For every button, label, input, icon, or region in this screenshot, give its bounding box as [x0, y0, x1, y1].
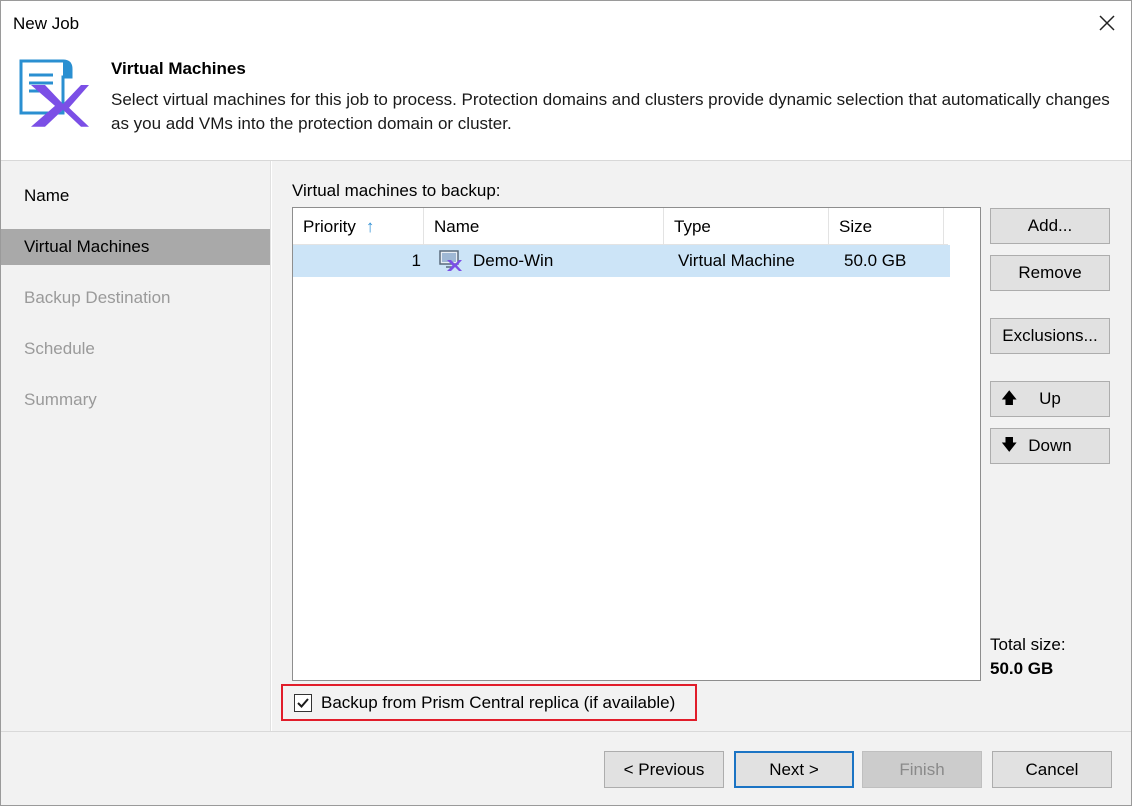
arrow-up-icon: 🡅 — [1001, 390, 1018, 407]
down-label: Down — [1028, 436, 1072, 455]
total-size-value: 50.0 GB — [990, 659, 1054, 678]
next-button[interactable]: Next > — [734, 751, 854, 788]
step-name[interactable]: Name — [1, 178, 270, 214]
step-backup-destination[interactable]: Backup Destination — [1, 280, 270, 316]
down-button[interactable]: 🡇 Down — [990, 428, 1110, 464]
arrow-down-icon: 🡇 — [1001, 437, 1018, 454]
replica-checkbox-highlight[interactable]: Backup from Prism Central replica (if av… — [281, 684, 697, 721]
page-description: Select virtual machines for this job to … — [111, 90, 1110, 133]
arrow-up-icon: ↑ — [365, 217, 375, 236]
column-header-type[interactable]: Type — [664, 208, 829, 245]
exclusions-button[interactable]: Exclusions... — [990, 318, 1110, 354]
new-job-dialog: New Job Virtual Machines Select virtual … — [0, 0, 1132, 806]
replica-checkbox[interactable] — [294, 694, 312, 712]
wizard-header: Virtual Machines Select virtual machines… — [1, 47, 1131, 161]
close-icon[interactable] — [1097, 13, 1117, 33]
title-bar: New Job — [1, 1, 1131, 47]
table-row[interactable]: 1 Demo-Win Virtual Machine 50.0 GB — [293, 245, 950, 277]
window-title: New Job — [13, 14, 80, 33]
wizard-footer: < Previous Next > Finish Cancel — [1, 731, 1131, 805]
row-size: 50.0 GB — [844, 251, 907, 270]
page-title: Virtual Machines — [111, 59, 246, 78]
up-button[interactable]: 🡅 Up — [990, 381, 1110, 417]
column-header-name[interactable]: Name — [424, 208, 664, 245]
virtual-machine-icon — [439, 250, 462, 271]
total-size-label: Total size: — [990, 635, 1066, 654]
step-schedule[interactable]: Schedule — [1, 331, 270, 367]
remove-button[interactable]: Remove — [990, 255, 1110, 291]
check-icon — [297, 698, 309, 708]
column-header-size[interactable]: Size — [829, 208, 944, 245]
row-priority: 1 — [411, 251, 421, 270]
up-label: Up — [1039, 389, 1061, 408]
finish-button: Finish — [862, 751, 982, 788]
column-header-priority[interactable]: Priority ↑ — [293, 208, 424, 245]
vm-list-label: Virtual machines to backup: — [292, 181, 501, 200]
wizard-steps: Name Virtual Machines Backup Destination… — [1, 161, 271, 731]
previous-button[interactable]: < Previous — [604, 751, 724, 788]
column-label: Priority — [303, 217, 356, 236]
step-virtual-machines[interactable]: Virtual Machines — [1, 229, 270, 265]
table-header: Priority ↑ Name Type Size — [293, 208, 948, 245]
step-summary[interactable]: Summary — [1, 382, 270, 418]
replica-checkbox-label: Backup from Prism Central replica (if av… — [321, 693, 676, 712]
row-name: Demo-Win — [473, 251, 554, 270]
wizard-content: Virtual machines to backup: Priority ↑ Na… — [272, 161, 1131, 731]
cancel-button[interactable]: Cancel — [992, 751, 1112, 788]
row-type: Virtual Machine — [678, 251, 795, 270]
vm-table[interactable]: Priority ↑ Name Type Size 1 Demo-Win Virt… — [292, 207, 981, 681]
nutanix-job-icon — [19, 59, 89, 127]
add-button[interactable]: Add... — [990, 208, 1110, 244]
